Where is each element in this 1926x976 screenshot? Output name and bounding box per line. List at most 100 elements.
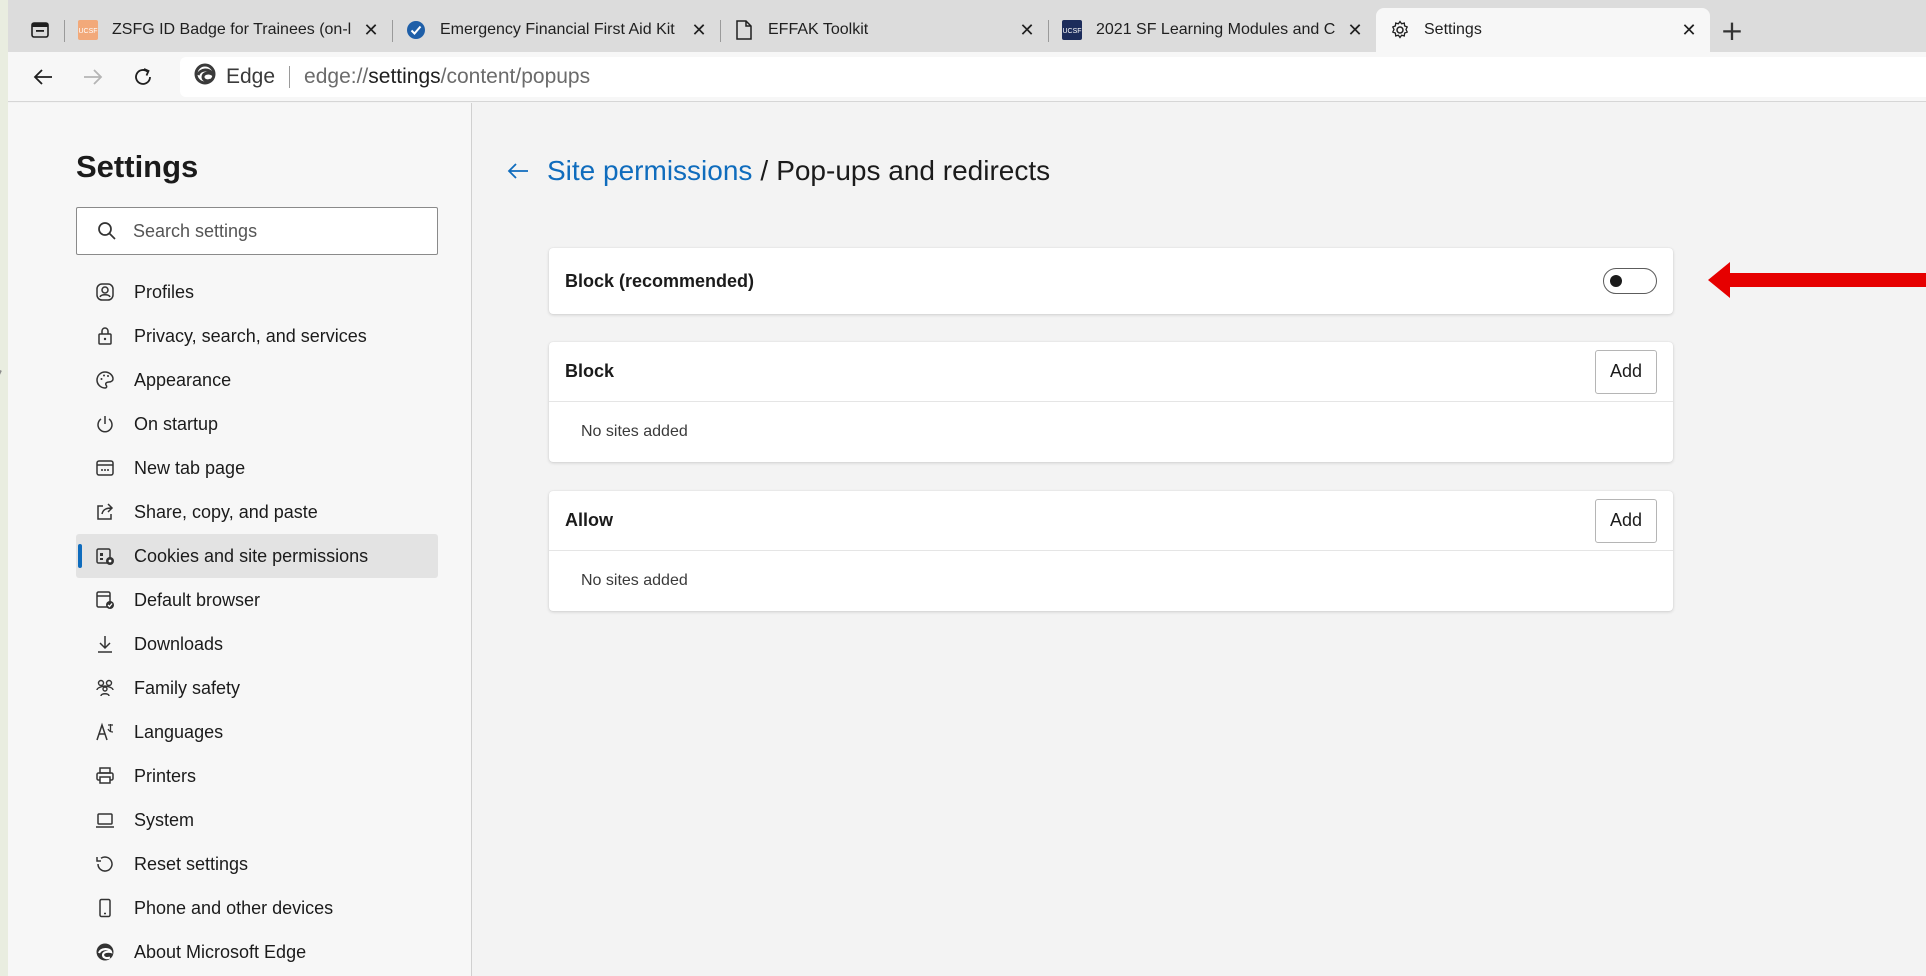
tab-emergency-financial[interactable]: Emergency Financial First Aid Kit ✕	[392, 8, 720, 52]
breadcrumb-separator: /	[760, 155, 769, 186]
new-tab-button[interactable]: +	[1710, 8, 1754, 52]
tab-title: EFFAK Toolkit	[768, 21, 869, 38]
ucsf-logo-icon: UCSF	[1062, 20, 1082, 40]
url-text[interactable]: edge://settings/content/popups	[304, 65, 590, 89]
edge-logo-icon	[94, 941, 116, 963]
gear-icon	[1390, 20, 1410, 40]
tab-close-icon[interactable]: ✕	[1346, 20, 1364, 41]
checkmark-circle-icon	[406, 20, 426, 40]
languages-icon	[94, 721, 116, 743]
browser-window: UCSF ZSFG ID Badge for Trainees (on-l ✕ …	[8, 0, 1926, 976]
allow-empty-text: No sites added	[581, 572, 688, 589]
tab-separator	[64, 20, 65, 42]
navigation-toolbar: Edge edge://settings/content/popups	[8, 52, 1926, 102]
breadcrumb: Site permissions / Pop-ups and redirects	[503, 155, 1050, 187]
sidebar-item-label: Default browser	[134, 589, 261, 610]
sidebar-item-default-browser[interactable]: Default browser	[76, 578, 438, 622]
svg-text:UCSF: UCSF	[78, 28, 97, 35]
share-icon	[94, 501, 116, 523]
annotation-arrow-icon	[1708, 262, 1926, 298]
sidebar-item-downloads[interactable]: Downloads	[76, 622, 438, 666]
search-box[interactable]	[76, 207, 438, 255]
tab-close-icon[interactable]: ✕	[362, 20, 380, 41]
back-arrow-button[interactable]	[503, 156, 533, 186]
sidebar-item-label: Phone and other devices	[134, 897, 334, 918]
sidebar-item-family-safety[interactable]: Family safety	[76, 666, 438, 710]
allow-list-card: Allow Add No sites added	[549, 491, 1673, 611]
palette-icon	[94, 369, 116, 391]
family-icon	[94, 677, 116, 699]
sidebar-item-label: Share, copy, and paste	[134, 501, 318, 522]
url-scheme: edge://	[304, 64, 369, 88]
block-recommended-label: Block (recommended)	[565, 270, 755, 291]
settings-content: Site permissions / Pop-ups and redirects…	[473, 103, 1926, 976]
sidebar-item-phone-devices[interactable]: Phone and other devices	[76, 886, 438, 930]
laptop-icon	[94, 809, 116, 831]
reset-icon	[94, 853, 116, 875]
sidebar-item-label: Profiles	[134, 281, 195, 302]
tab-zsfg-badge[interactable]: UCSF ZSFG ID Badge for Trainees (on-l ✕	[64, 8, 392, 52]
tab-separator	[392, 20, 393, 42]
allow-add-button[interactable]: Add	[1595, 498, 1657, 543]
sidebar-item-about-edge[interactable]: About Microsoft Edge	[76, 930, 438, 974]
tab-actions-button[interactable]	[16, 8, 64, 52]
tab-title: Emergency Financial First Aid Kit	[440, 21, 675, 38]
edge-logo-icon	[194, 63, 216, 91]
block-add-button[interactable]: Add	[1595, 349, 1657, 394]
svg-text:UCSF: UCSF	[1062, 28, 1081, 35]
refresh-button[interactable]	[118, 57, 168, 97]
sidebar-item-printers[interactable]: Printers	[76, 754, 438, 798]
sidebar-item-reset-settings[interactable]: Reset settings	[76, 842, 438, 886]
default-browser-icon	[94, 589, 116, 611]
tab-separator	[720, 20, 721, 42]
sidebar-item-on-startup[interactable]: On startup	[76, 402, 438, 446]
sidebar-item-label: About Microsoft Edge	[134, 941, 307, 962]
new-tab-icon	[94, 457, 116, 479]
sidebar-item-label: Downloads	[134, 633, 224, 654]
phone-icon	[94, 897, 116, 919]
sidebar-item-privacy[interactable]: Privacy, search, and services	[76, 314, 438, 358]
tab-effak-toolkit[interactable]: EFFAK Toolkit ✕	[720, 8, 1048, 52]
site-identity-label: Edge	[226, 64, 276, 88]
tab-title: ZSFG ID Badge for Trainees (on-l	[112, 21, 352, 38]
printer-icon	[94, 765, 116, 787]
sidebar-title: Settings	[76, 149, 199, 184]
tab-close-icon[interactable]: ✕	[1680, 20, 1698, 41]
search-input[interactable]	[133, 220, 413, 242]
breadcrumb-link-site-permissions[interactable]: Site permissions	[547, 155, 752, 187]
block-recommended-toggle[interactable]	[1603, 268, 1657, 294]
sidebar-item-share-copy-paste[interactable]: Share, copy, and paste	[76, 490, 438, 534]
address-bar[interactable]: Edge edge://settings/content/popups	[180, 56, 1926, 97]
sidebar-item-label: Privacy, search, and services	[134, 325, 367, 346]
sidebar-item-new-tab-page[interactable]: New tab page	[76, 446, 438, 490]
tab-close-icon[interactable]: ✕	[690, 20, 708, 41]
forward-button[interactable]	[68, 57, 118, 97]
arrow-left-icon	[507, 163, 528, 179]
sidebar-item-profiles[interactable]: Profiles	[76, 270, 438, 314]
sidebar-item-label: Appearance	[134, 369, 232, 390]
tab-sf-learning-modules[interactable]: UCSF 2021 SF Learning Modules and C ✕	[1048, 8, 1376, 52]
back-button[interactable]	[18, 57, 68, 97]
arrow-left-icon	[33, 68, 52, 85]
allow-list-header: Allow Add	[549, 491, 1673, 551]
ucsf-logo-icon: UCSF	[78, 20, 98, 40]
sidebar-item-appearance[interactable]: Appearance	[76, 358, 438, 402]
url-path: /content/popups	[440, 64, 591, 88]
sidebar-item-system[interactable]: System	[76, 798, 438, 842]
tab-settings[interactable]: Settings ✕	[1376, 8, 1710, 52]
tab-close-icon[interactable]: ✕	[1018, 20, 1036, 41]
block-empty-text: No sites added	[581, 423, 688, 440]
sidebar-item-label: On startup	[134, 413, 219, 434]
cookies-icon	[94, 545, 116, 567]
sidebar-item-label: Cookies and site permissions	[134, 545, 369, 566]
arrow-right-icon	[84, 68, 103, 85]
document-icon	[734, 20, 754, 40]
tab-title: 2021 SF Learning Modules and C	[1096, 21, 1336, 38]
sidebar-item-cookies-site-permissions[interactable]: Cookies and site permissions	[76, 534, 438, 578]
download-icon	[94, 633, 116, 655]
block-list-card: Block Add No sites added	[549, 342, 1673, 462]
sidebar-item-languages[interactable]: Languages	[76, 710, 438, 754]
profile-icon	[94, 281, 116, 303]
sidebar-item-label: New tab page	[134, 457, 246, 478]
tab-actions-icon	[31, 22, 49, 38]
